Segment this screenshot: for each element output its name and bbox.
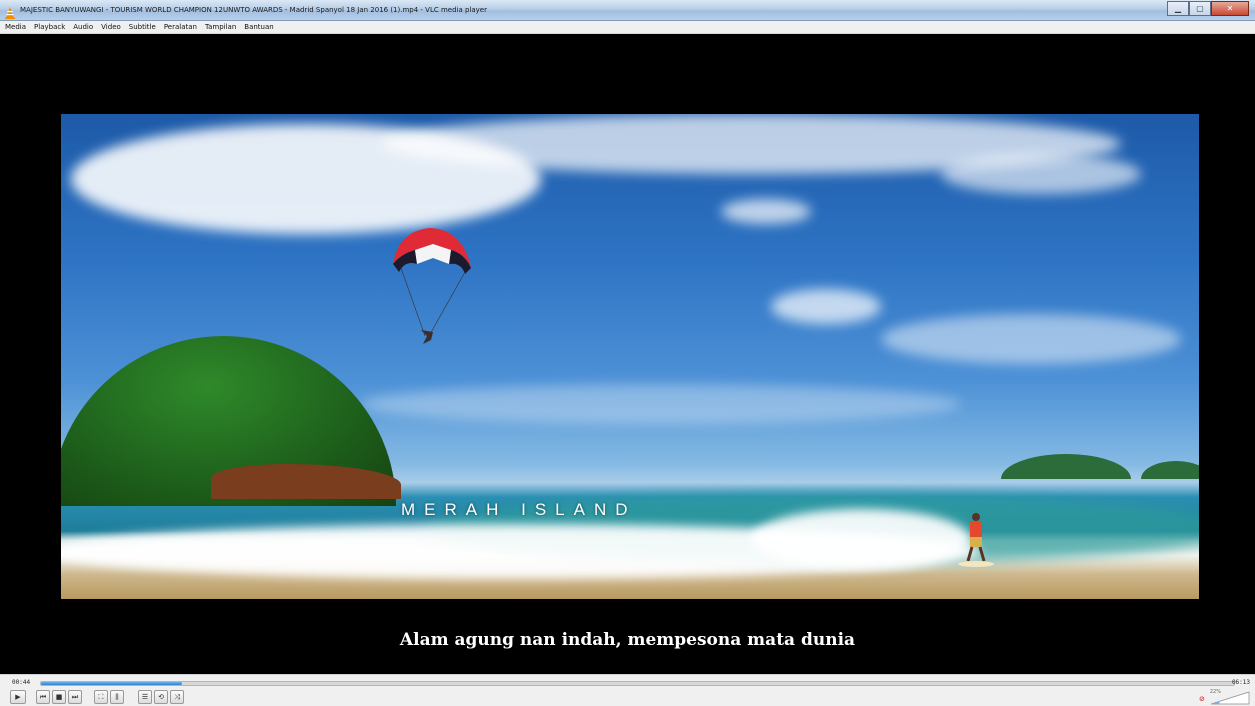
extended-settings-icon: ⫼ bbox=[115, 692, 119, 701]
subtitle-text: Alam agung nan indah, mempesona mata dun… bbox=[399, 630, 856, 650]
volume-muted-icon[interactable]: ⊘ bbox=[1199, 695, 1205, 703]
video-area[interactable]: MERAH ISLAND bbox=[0, 34, 1255, 674]
stop-button[interactable]: ■ bbox=[52, 690, 66, 704]
playlist-button[interactable]: ☰ bbox=[138, 690, 152, 704]
window-title: MAJESTIC BANYUWANGI - TOURISM WORLD CHAM… bbox=[20, 6, 487, 14]
fullscreen-icon: ⛶ bbox=[98, 692, 104, 701]
play-icon: ▶ bbox=[15, 693, 21, 701]
play-button[interactable]: ▶ bbox=[10, 690, 26, 704]
menu-media[interactable]: Media bbox=[5, 23, 26, 31]
close-button[interactable]: ✕ bbox=[1211, 1, 1249, 16]
playlist-icon: ☰ bbox=[141, 693, 149, 701]
menu-audio[interactable]: Audio bbox=[73, 23, 93, 31]
cloud bbox=[721, 199, 811, 224]
cloud bbox=[771, 289, 881, 324]
player-controls: 00:44 06:13 ▶ ⏮ ■ ⏭ ⛶ ⫼ ☰ ⟲ ⤨ ⊘ 22% bbox=[0, 674, 1255, 706]
minimize-button[interactable]: ▁ bbox=[1167, 1, 1189, 16]
menu-bantuan[interactable]: Bantuan bbox=[244, 23, 273, 31]
far-island-image bbox=[1001, 454, 1131, 479]
wave-foam bbox=[751, 509, 971, 569]
menu-bar: Media Playback Audio Video Subtitle Pera… bbox=[0, 21, 1255, 34]
menu-subtitle[interactable]: Subtitle bbox=[129, 23, 156, 31]
loop-icon: ⟲ bbox=[158, 693, 164, 701]
volume-slider[interactable]: ⊘ 22% bbox=[1199, 689, 1251, 705]
video-caption: MERAH ISLAND bbox=[401, 500, 637, 519]
surfer-image bbox=[958, 513, 994, 567]
paraglider-image bbox=[393, 228, 471, 344]
menu-playback[interactable]: Playback bbox=[34, 23, 65, 31]
menu-tampilan[interactable]: Tampilan bbox=[205, 23, 236, 31]
title-bar: MAJESTIC BANYUWANGI - TOURISM WORLD CHAM… bbox=[0, 0, 1255, 21]
volume-ramp bbox=[1211, 691, 1250, 705]
window-controls: ▁ ▢ ✕ bbox=[1167, 1, 1249, 16]
previous-button[interactable]: ⏮ bbox=[36, 690, 50, 704]
shuffle-icon: ⤨ bbox=[174, 692, 180, 701]
seek-bar[interactable] bbox=[40, 681, 1235, 686]
far-island-image bbox=[1141, 461, 1199, 479]
total-duration: 06:13 bbox=[1231, 679, 1250, 686]
menu-video[interactable]: Video bbox=[101, 23, 121, 31]
previous-icon: ⏮ bbox=[39, 692, 47, 701]
maximize-button[interactable]: ▢ bbox=[1189, 1, 1211, 16]
video-frame bbox=[61, 114, 1199, 599]
vlc-cone-icon bbox=[4, 4, 16, 19]
stop-icon: ■ bbox=[55, 693, 63, 701]
next-button[interactable]: ⏭ bbox=[68, 690, 82, 704]
elapsed-time: 00:44 bbox=[12, 679, 31, 686]
cloud bbox=[361, 384, 961, 424]
cloud bbox=[941, 154, 1141, 194]
seek-progress bbox=[41, 682, 182, 685]
shuffle-button[interactable]: ⤨ bbox=[170, 690, 184, 704]
cloud bbox=[881, 314, 1181, 364]
next-icon: ⏭ bbox=[71, 692, 79, 701]
fullscreen-button[interactable]: ⛶ bbox=[94, 690, 108, 704]
extended-settings-button[interactable]: ⫼ bbox=[110, 690, 124, 704]
loop-button[interactable]: ⟲ bbox=[154, 690, 168, 704]
menu-peralatan[interactable]: Peralatan bbox=[164, 23, 197, 31]
